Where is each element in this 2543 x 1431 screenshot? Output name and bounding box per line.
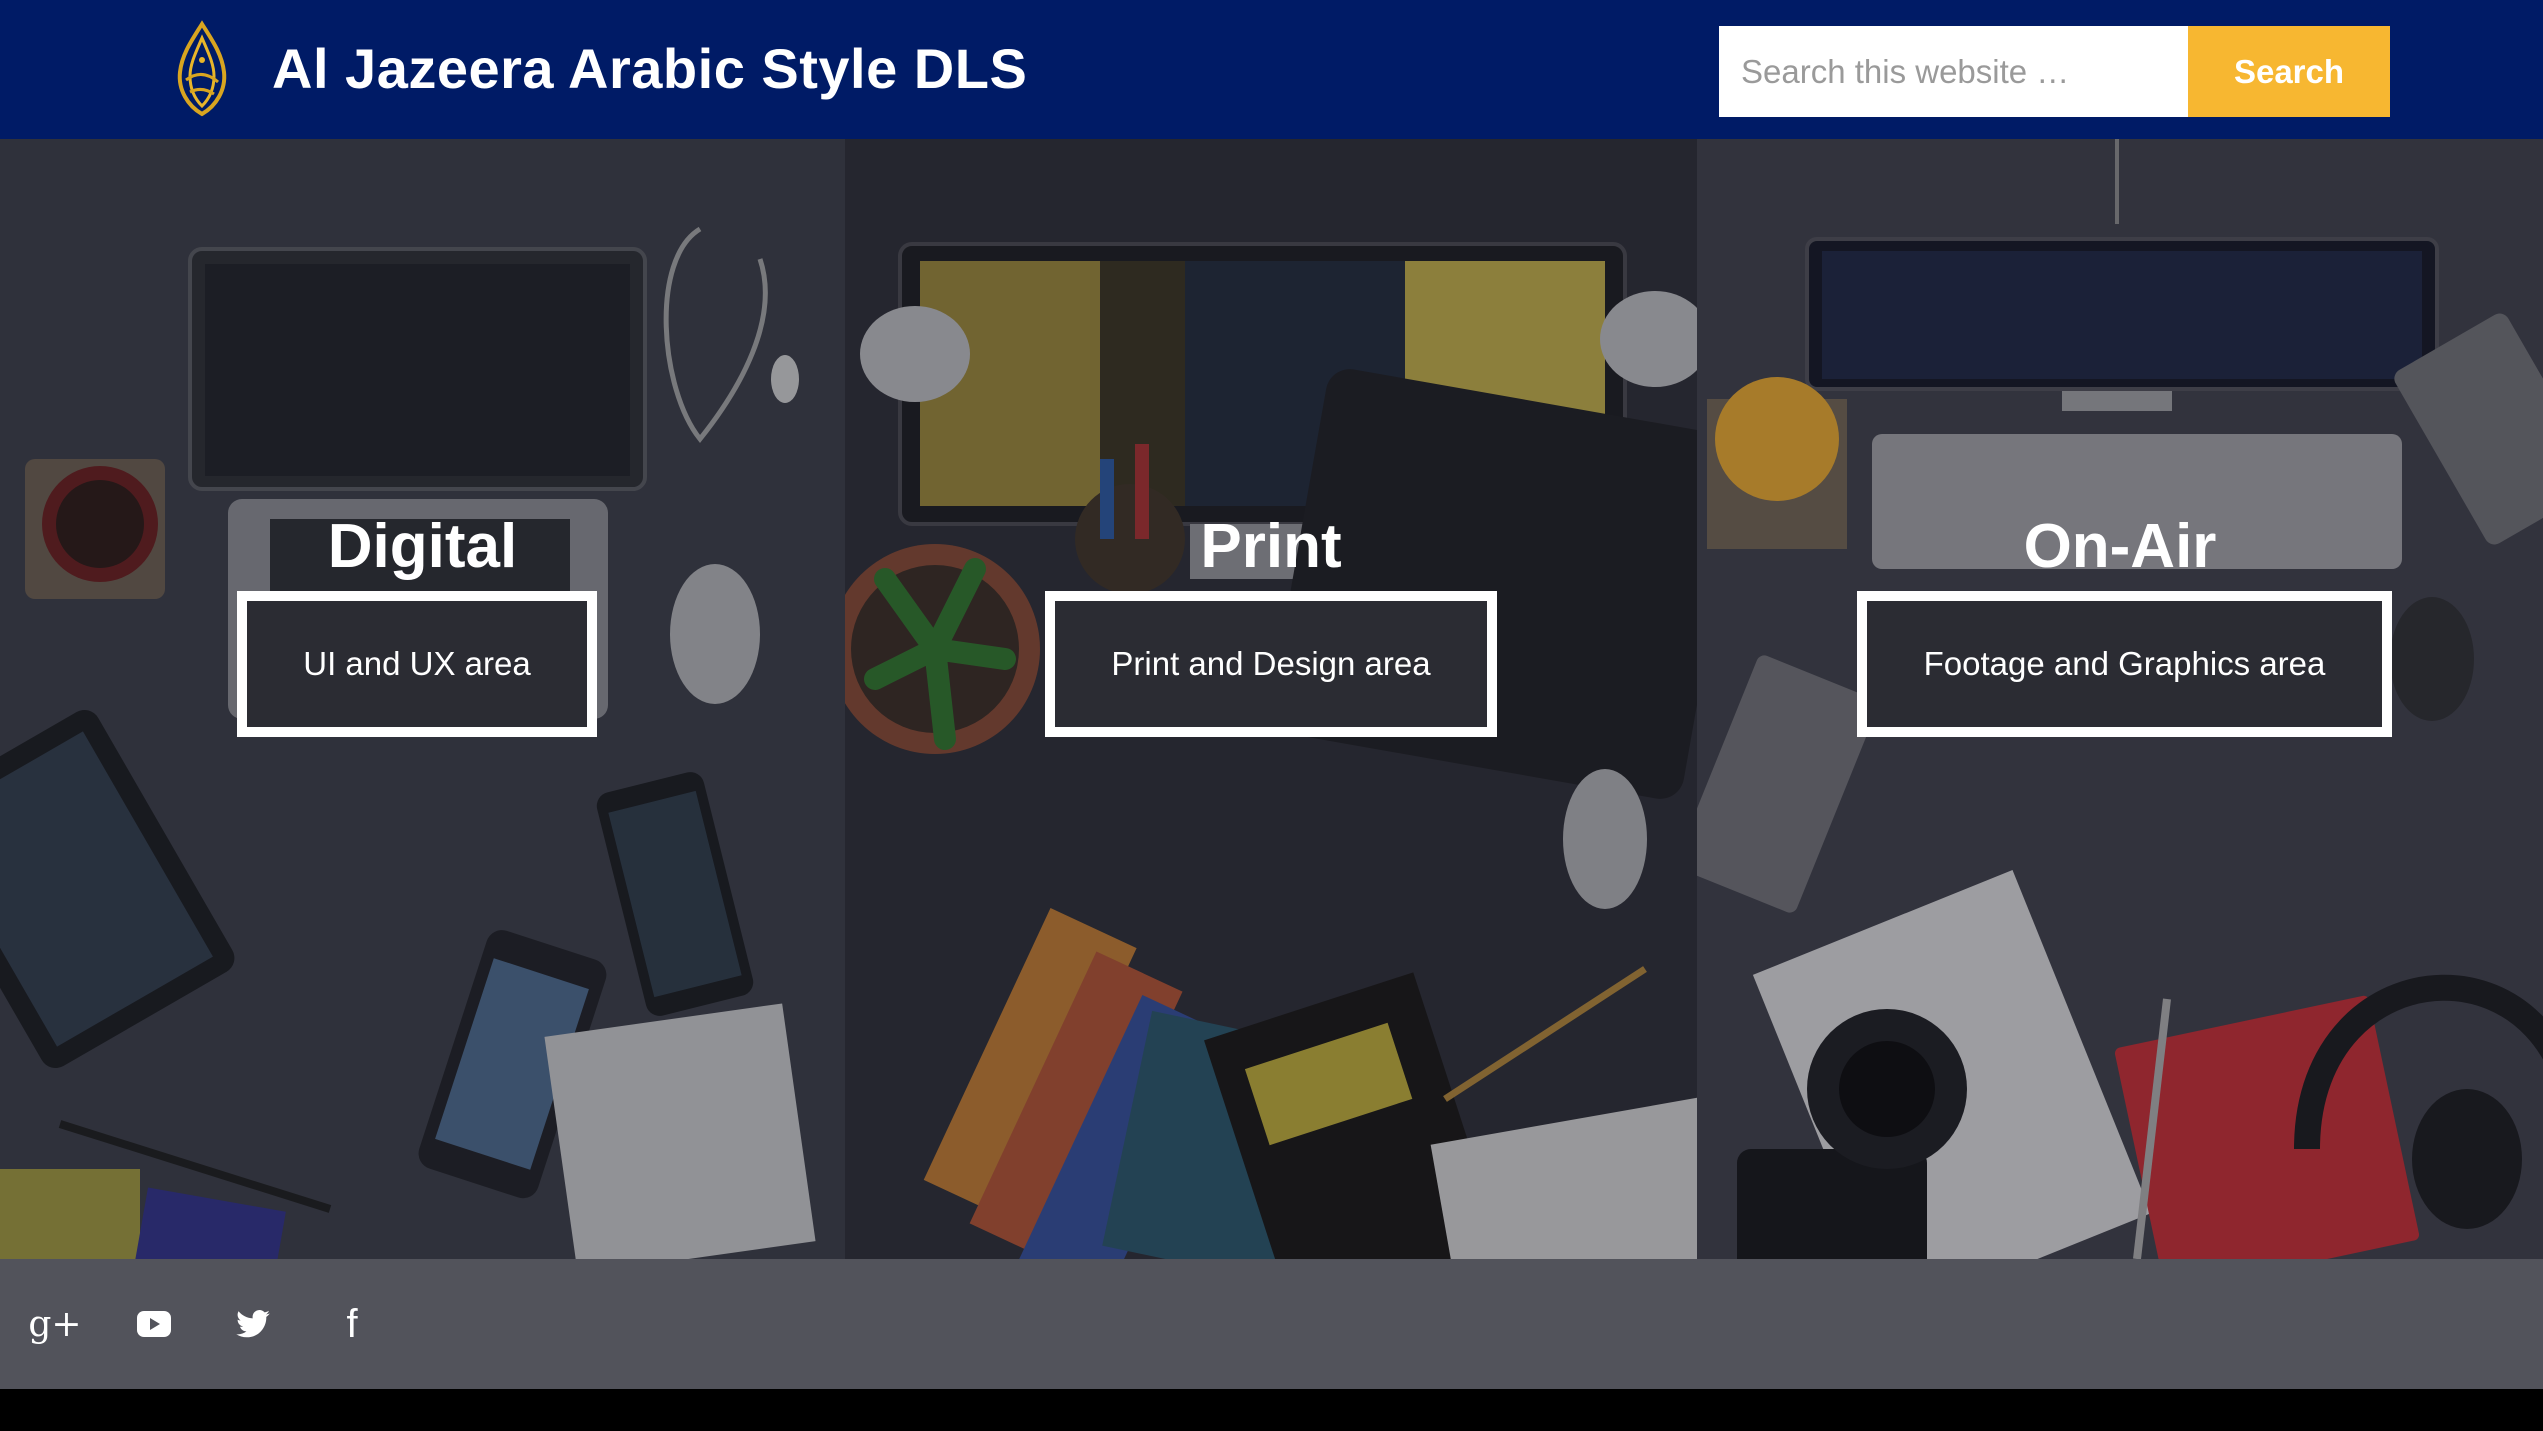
panel-onair[interactable]: On-Air Footage and Graphics area [1697,139,2543,1259]
site-footer: g+ f [0,1259,2543,1389]
panel-title-onair: On-Air [2023,512,2217,581]
search-button[interactable]: Search [2188,26,2390,117]
panel-digital[interactable]: Digital UI and UX area [0,139,845,1259]
google-plus-icon: g+ [28,1303,82,1345]
print-area-button[interactable]: Print and Design area [1045,591,1497,737]
bottom-bar [0,1389,2543,1431]
panel-print[interactable]: Print Print and Design area [845,139,1697,1259]
facebook-link[interactable]: f [322,1299,382,1349]
youtube-icon [137,1311,171,1337]
site-title[interactable]: Al Jazeera Arabic Style DLS [272,36,1027,101]
al-jazeera-logo-icon[interactable] [168,20,236,118]
panel-title-print: Print [1200,512,1342,581]
google-plus-link[interactable]: g+ [25,1299,85,1349]
twitter-link[interactable] [223,1299,283,1349]
search-input[interactable] [1719,26,2188,117]
onair-area-button[interactable]: Footage and Graphics area [1857,591,2392,737]
youtube-link[interactable] [124,1299,184,1349]
site-header: Al Jazeera Arabic Style DLS Search [0,0,2543,139]
facebook-icon: f [346,1301,358,1346]
category-panels: Digital UI and UX area Print Print and D… [0,139,2543,1259]
digital-area-button[interactable]: UI and UX area [237,591,597,737]
twitter-icon [236,1310,270,1338]
panel-title-digital: Digital [327,512,518,581]
